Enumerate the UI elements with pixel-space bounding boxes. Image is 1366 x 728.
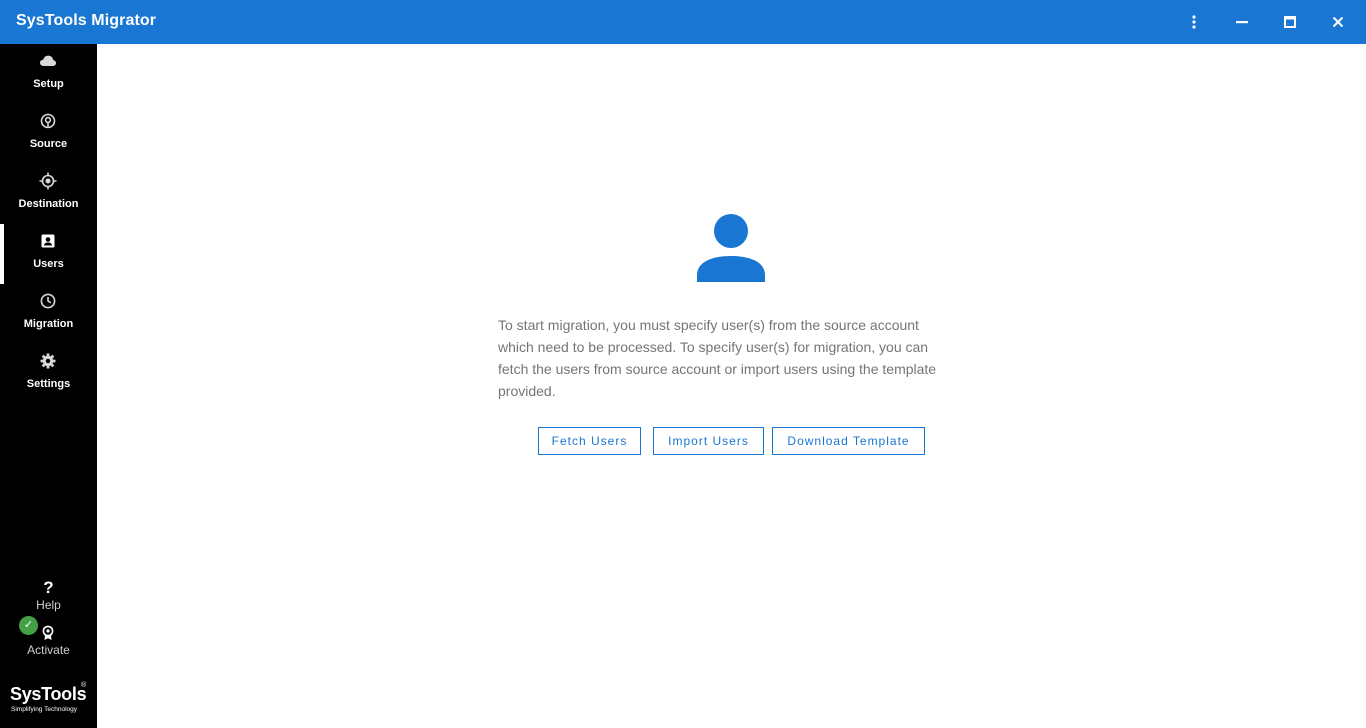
gear-icon bbox=[40, 353, 56, 369]
check-badge-icon: ✓ bbox=[19, 616, 38, 635]
app-title: SysTools Migrator bbox=[16, 12, 157, 29]
source-icon bbox=[40, 113, 56, 129]
download-template-button[interactable]: Download Template bbox=[772, 427, 925, 455]
close-icon[interactable] bbox=[1322, 6, 1354, 38]
systools-logo: SysTools ® Simplifying Technology bbox=[10, 682, 87, 713]
target-icon bbox=[39, 172, 57, 190]
help-button[interactable]: ? Help bbox=[0, 578, 97, 616]
sidebar-item-label: Migration bbox=[23, 318, 74, 330]
fetch-users-button[interactable]: Fetch Users bbox=[538, 427, 641, 455]
sidebar-item-label: Users bbox=[33, 258, 64, 270]
clock-icon bbox=[40, 293, 56, 309]
more-vert-icon[interactable] bbox=[1178, 6, 1210, 38]
sidebar-item-label: Destination bbox=[18, 198, 79, 210]
import-users-button[interactable]: Import Users bbox=[653, 427, 764, 455]
maximize-icon[interactable] bbox=[1274, 6, 1306, 38]
sidebar-item-setup[interactable]: Setup bbox=[0, 44, 97, 104]
award-icon bbox=[42, 625, 54, 640]
minimize-icon[interactable] bbox=[1226, 6, 1258, 38]
help-icon: ? bbox=[43, 578, 54, 597]
activate-label: Activate bbox=[27, 643, 70, 657]
sidebar: Setup Source Destination Users Migration bbox=[0, 44, 97, 728]
title-bar: SysTools Migrator bbox=[0, 0, 1366, 44]
help-label: Help bbox=[36, 598, 61, 612]
sidebar-item-source[interactable]: Source bbox=[0, 104, 97, 164]
sidebar-item-migration[interactable]: Migration bbox=[0, 284, 97, 344]
sidebar-item-settings[interactable]: Settings bbox=[0, 344, 97, 404]
sidebar-item-destination[interactable]: Destination bbox=[0, 164, 97, 224]
sidebar-item-users[interactable]: Users bbox=[0, 224, 97, 284]
sidebar-item-label: Settings bbox=[26, 378, 71, 390]
cloud-icon bbox=[40, 55, 56, 66]
user-icon bbox=[697, 214, 765, 282]
sidebar-item-label: Setup bbox=[33, 78, 64, 90]
sidebar-item-label: Source bbox=[29, 138, 68, 150]
instruction-text: To start migration, you must specify use… bbox=[498, 317, 937, 399]
user-card-icon bbox=[41, 234, 55, 248]
activate-button[interactable]: ✓ Activate bbox=[0, 616, 97, 660]
